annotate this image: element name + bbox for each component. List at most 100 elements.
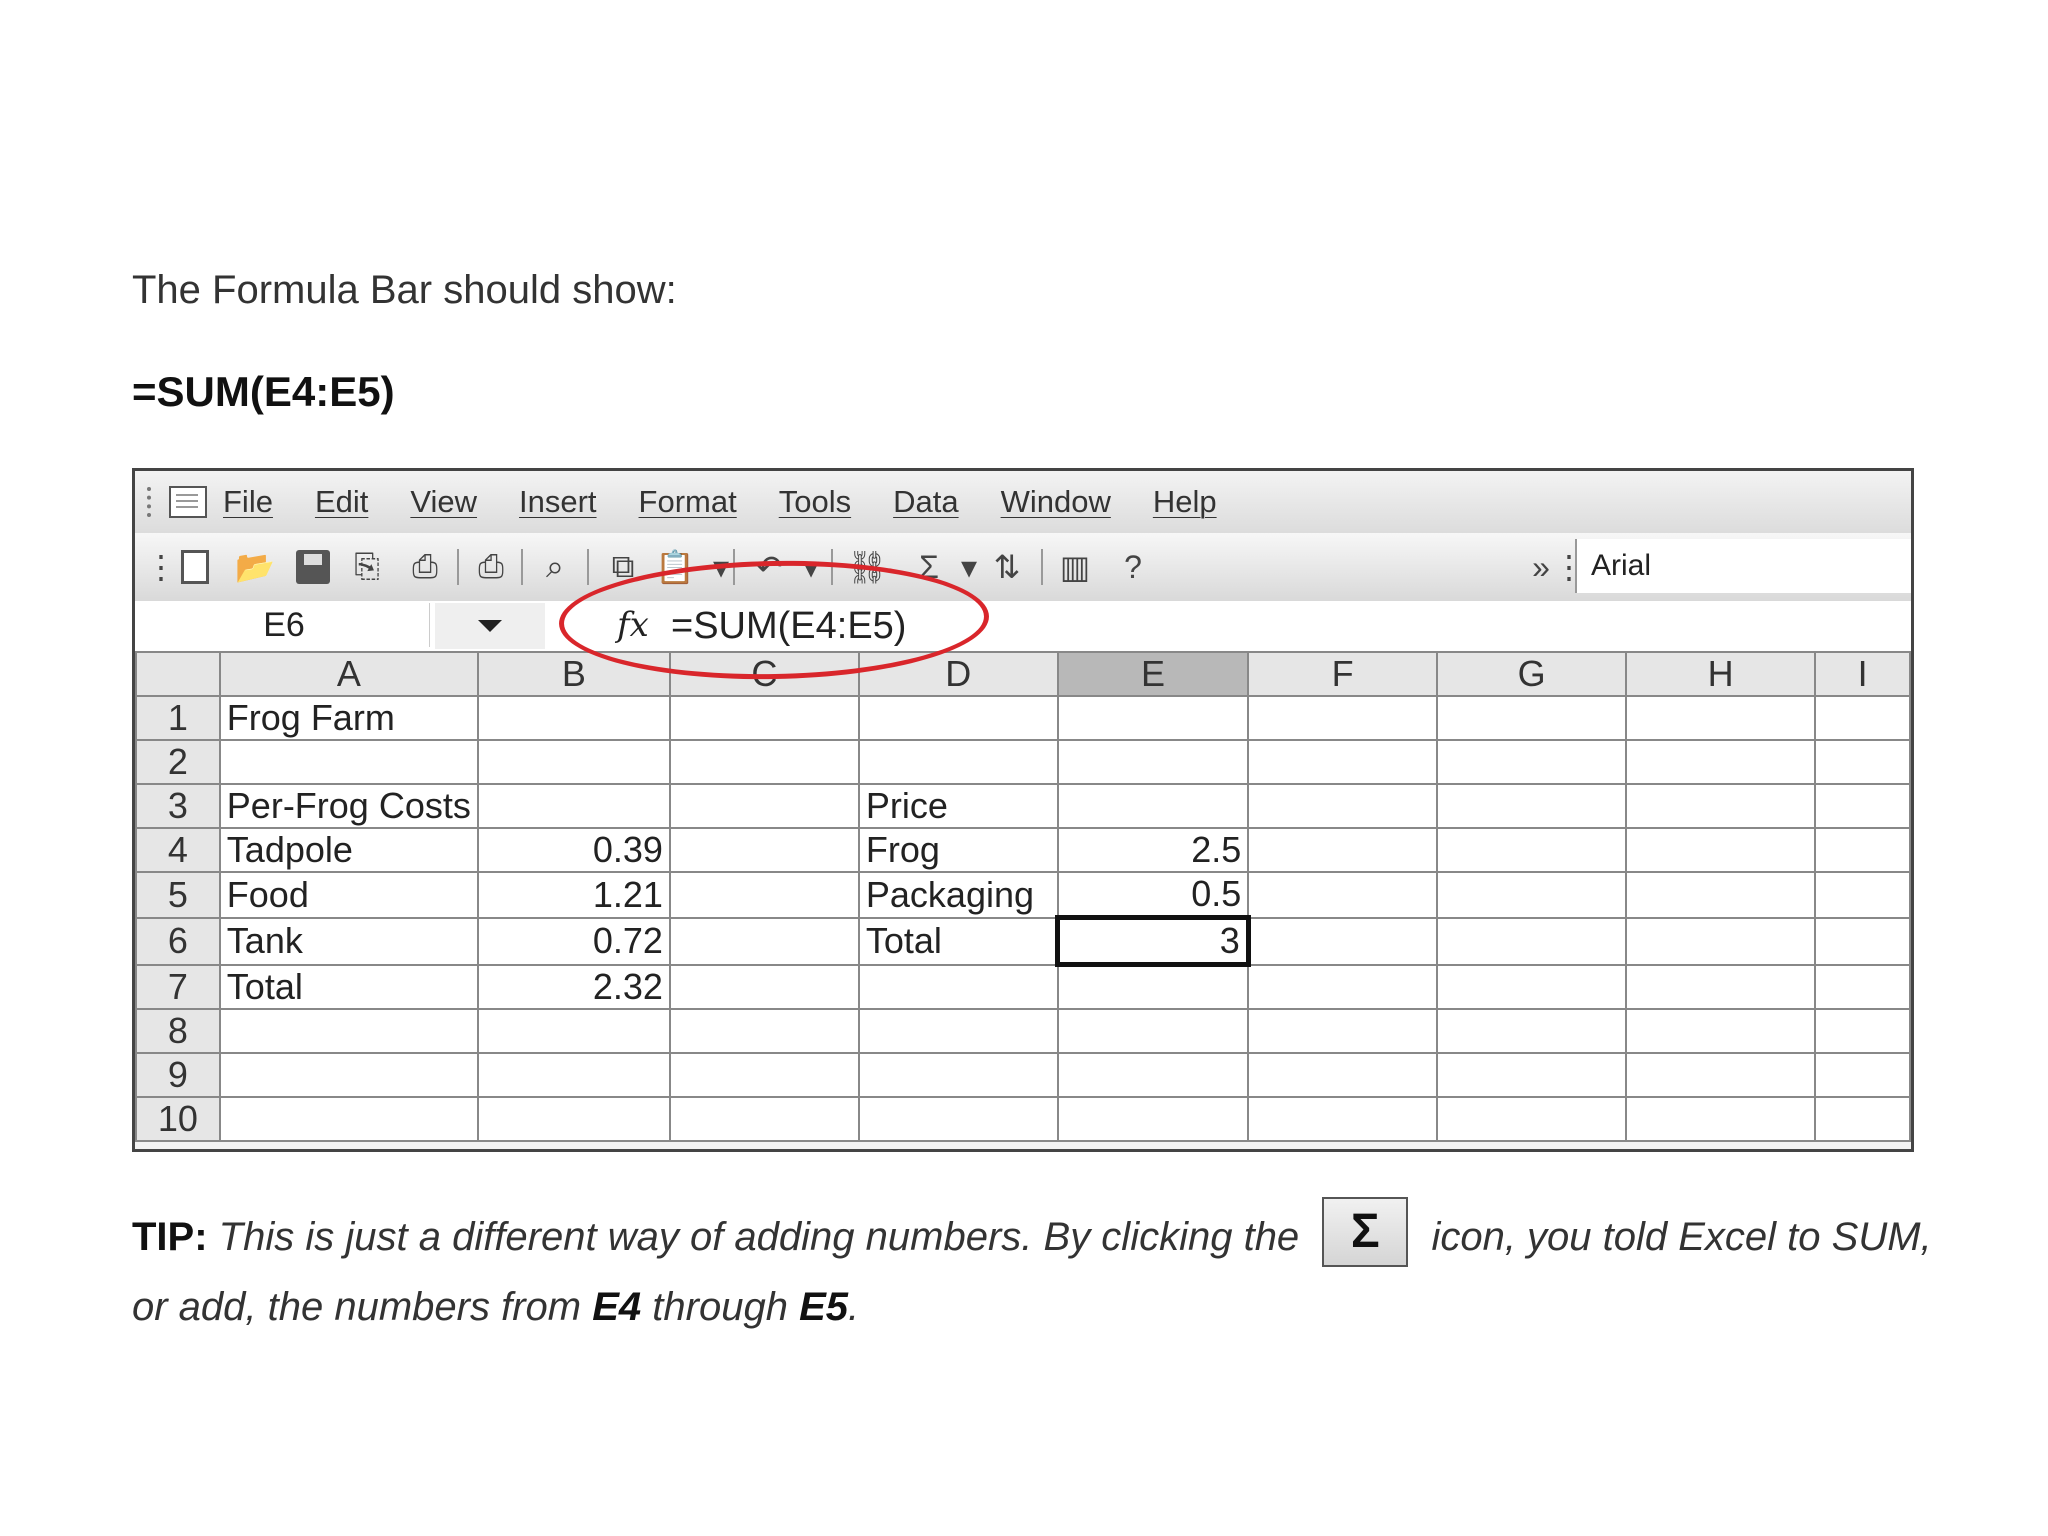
cell-g8[interactable] (1436, 1007, 1628, 1054)
column-header-i[interactable]: I (1814, 651, 1911, 697)
cell-f5[interactable] (1247, 871, 1439, 919)
cell-e10[interactable] (1056, 1095, 1250, 1142)
cell-c3[interactable] (668, 783, 860, 829)
cell-f4[interactable] (1247, 827, 1439, 873)
print-preview-icon[interactable]: ⎙ (471, 547, 511, 587)
cell-i7[interactable] (1814, 963, 1911, 1010)
undo-icon[interactable]: ↶ (749, 547, 789, 587)
formula-input[interactable]: =SUM(E4:E5) (671, 605, 906, 648)
cell-g9[interactable] (1436, 1051, 1628, 1098)
cell-g2[interactable] (1436, 739, 1628, 785)
cell-i1[interactable] (1814, 695, 1911, 741)
menu-grip-icon[interactable] (147, 487, 163, 517)
open-folder-icon[interactable]: 📂 (235, 547, 275, 587)
cell-c7[interactable] (668, 963, 860, 1010)
cell-c8[interactable] (668, 1007, 860, 1054)
cell-c6[interactable] (668, 916, 860, 966)
cell-f7[interactable] (1247, 963, 1439, 1010)
column-header-c[interactable]: C (668, 651, 860, 697)
new-document-icon[interactable] (175, 547, 215, 587)
permission-icon[interactable]: ⎘ (347, 547, 387, 587)
hyperlink-icon[interactable]: ⛓ (847, 547, 888, 587)
cell-d10[interactable] (857, 1095, 1059, 1142)
cell-f2[interactable] (1247, 739, 1439, 785)
cell-c10[interactable] (668, 1095, 860, 1142)
cell-g1[interactable] (1436, 695, 1628, 741)
row-header[interactable]: 8 (135, 1007, 221, 1054)
cell-d6[interactable]: Total (857, 916, 1059, 966)
cell-h1[interactable] (1625, 695, 1817, 741)
cell-h7[interactable] (1625, 963, 1817, 1010)
autosum-dropdown-chevron-icon[interactable]: ▾ (949, 547, 989, 587)
cell-g4[interactable] (1436, 827, 1628, 873)
menu-help[interactable]: Help (1153, 484, 1217, 520)
cell-i9[interactable] (1814, 1051, 1911, 1098)
cell-g5[interactable] (1436, 871, 1628, 919)
cell-e2[interactable] (1056, 739, 1250, 785)
cell-b4[interactable]: 0.39 (476, 827, 671, 873)
cell-e4[interactable]: 2.5 (1056, 827, 1250, 873)
row-header[interactable]: 2 (135, 739, 221, 785)
cell-b1[interactable] (476, 695, 671, 741)
paste-icon[interactable]: 📋 (655, 547, 695, 587)
chart-wizard-icon[interactable]: ▥ (1055, 547, 1095, 587)
autosum-sigma-icon[interactable]: Σ (909, 547, 949, 587)
chevron-down-icon[interactable]: ▾ (701, 547, 741, 587)
cell-b2[interactable] (476, 739, 671, 785)
cell-e9[interactable] (1056, 1051, 1250, 1098)
column-header-h[interactable]: H (1625, 651, 1817, 697)
column-header-b[interactable]: B (476, 651, 671, 697)
cell-i5[interactable] (1814, 871, 1911, 919)
column-header-f[interactable]: F (1247, 651, 1439, 697)
cell-e7[interactable] (1056, 963, 1250, 1010)
cell-d3[interactable]: Price (857, 783, 1059, 829)
cell-h5[interactable] (1625, 871, 1817, 919)
name-box[interactable]: E6 (139, 603, 430, 647)
cell-e1[interactable] (1056, 695, 1250, 741)
cell-b10[interactable] (476, 1095, 671, 1142)
cell-b3[interactable] (476, 783, 671, 829)
cell-i4[interactable] (1814, 827, 1911, 873)
row-header[interactable]: 3 (135, 783, 221, 829)
cell-a4[interactable]: Tadpole (218, 827, 479, 873)
cell-e3[interactable] (1056, 783, 1250, 829)
excel-app-icon[interactable] (169, 486, 207, 518)
cell-f10[interactable] (1247, 1095, 1439, 1142)
menu-data[interactable]: Data (893, 484, 958, 520)
column-header-d[interactable]: D (857, 651, 1059, 697)
undo-dropdown-chevron-icon[interactable]: ▾ (791, 547, 831, 587)
research-icon[interactable]: ⌕ (535, 547, 575, 587)
row-header[interactable]: 5 (135, 871, 221, 919)
cell-a2[interactable] (218, 739, 479, 785)
menu-tools[interactable]: Tools (779, 484, 851, 520)
column-header-g[interactable]: G (1436, 651, 1628, 697)
row-header[interactable]: 7 (135, 963, 221, 1010)
cell-a6[interactable]: Tank (218, 916, 479, 966)
cell-e5[interactable]: 0.5 (1056, 871, 1250, 919)
cell-i10[interactable] (1814, 1095, 1911, 1142)
cell-c5[interactable] (668, 871, 860, 919)
cell-d4[interactable]: Frog (857, 827, 1059, 873)
menu-window[interactable]: Window (1001, 484, 1111, 520)
menu-file[interactable]: File (223, 484, 273, 520)
cell-f8[interactable] (1247, 1007, 1439, 1054)
cell-h9[interactable] (1625, 1051, 1817, 1098)
cell-e6[interactable]: 3 (1055, 915, 1251, 967)
cell-g6[interactable] (1436, 916, 1628, 966)
cell-f1[interactable] (1247, 695, 1439, 741)
row-header[interactable]: 1 (135, 695, 221, 741)
menu-format[interactable]: Format (639, 484, 737, 520)
cell-a8[interactable] (218, 1007, 479, 1054)
cell-a3[interactable]: Per-Frog Costs (218, 783, 479, 829)
chevron-down-icon[interactable] (435, 603, 545, 649)
row-header[interactable]: 4 (135, 827, 221, 873)
cell-b9[interactable] (476, 1051, 671, 1098)
cell-b6[interactable]: 0.72 (476, 916, 671, 966)
cell-f9[interactable] (1247, 1051, 1439, 1098)
cell-c2[interactable] (668, 739, 860, 785)
cell-c9[interactable] (668, 1051, 860, 1098)
cell-i6[interactable] (1814, 916, 1911, 966)
column-header-a[interactable]: A (218, 651, 479, 697)
row-header[interactable]: 10 (135, 1095, 221, 1142)
cell-a1[interactable]: Frog Farm (218, 695, 479, 741)
